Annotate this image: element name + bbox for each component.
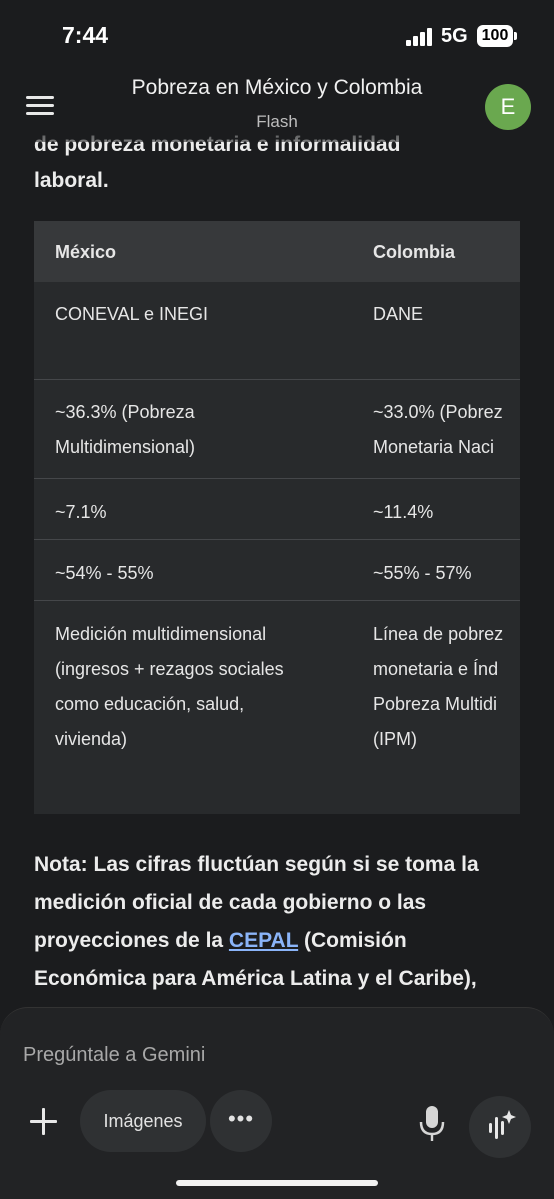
table-cell: Línea de pobrez [373,624,504,644]
note-paragraph: Nota: Las cifras fluctúan según si se to… [34,846,534,998]
table-cell: Monetaria Naci [373,437,495,457]
microphone-icon[interactable] [416,1104,448,1144]
table-cell: (IPM) [373,729,417,749]
row-divider [34,600,520,601]
prompt-composer: Pregúntale a Gemini Imágenes ••• [0,1007,554,1199]
status-bar: 7:44 5G 100 [0,0,554,70]
note-line: proyecciones de la CEPAL (Comisión [34,922,534,960]
live-voice-button[interactable] [469,1096,531,1158]
cellular-signal-icon [406,28,434,46]
table-cell: DANE [373,304,424,324]
table-cell: ~55% - 57% [373,563,472,583]
images-button[interactable]: Imágenes [80,1090,206,1152]
model-label[interactable]: Flash [0,112,554,132]
battery-icon: 100 [477,25,513,47]
sparkle-waveform-icon [489,1110,516,1139]
table-cell: CONEVAL e INEGI [55,304,209,324]
home-indicator[interactable] [176,1180,378,1186]
intro-line: laboral. [34,169,109,192]
screen: de pobreza monetaria e informalidad labo… [0,0,554,1199]
network-type: 5G [441,25,468,47]
table-cell: Medición multidimensional [55,624,267,644]
note-line: Nota: Las cifras fluctúan según si se to… [34,853,479,876]
table-cell: ~11.4% [373,502,434,522]
conversation-title[interactable]: Pobreza en México y Colombia [0,76,554,100]
account-avatar[interactable]: E [485,84,531,130]
status-time: 7:44 [62,22,109,48]
note-line: Económica para América Latina y el Carib… [34,967,477,990]
battery-nub [514,32,517,40]
row-divider [34,539,520,540]
table-cell: (ingresos + rezagos sociales [55,659,284,679]
table-header-colombia: Colombia [373,242,456,262]
more-options-button[interactable]: ••• [210,1090,272,1152]
add-attachment-icon[interactable] [24,1102,64,1142]
table-cell: como educación, salud, [55,694,245,714]
table-cell: ~7.1% [55,502,107,522]
table-cell: Pobreza Multidi [373,694,498,714]
table-cell: vivienda) [55,729,128,749]
table-cell: ~36.3% (Pobreza [55,402,195,422]
row-divider [34,379,520,380]
table-header-mexico: México [55,242,117,262]
app-header: Pobreza en México y Colombia Flash E [0,62,554,142]
note-text: (Comisión [298,929,407,952]
comparison-table[interactable]: México Colombia CONEVAL e INEGI DANE ~36… [34,221,520,814]
table-cell: ~33.0% (Pobrez [373,402,503,422]
table-cell: ~54% - 55% [55,563,154,583]
note-text: proyecciones de la [34,929,229,952]
table-cell: Multidimensional) [55,437,196,457]
cepal-link[interactable]: CEPAL [229,929,298,952]
note-line: medición oficial de cada gobierno o las [34,891,427,914]
table-cell: monetaria e Índ [373,659,499,679]
prompt-input[interactable]: Pregúntale a Gemini [23,1044,205,1067]
row-divider [34,478,520,479]
